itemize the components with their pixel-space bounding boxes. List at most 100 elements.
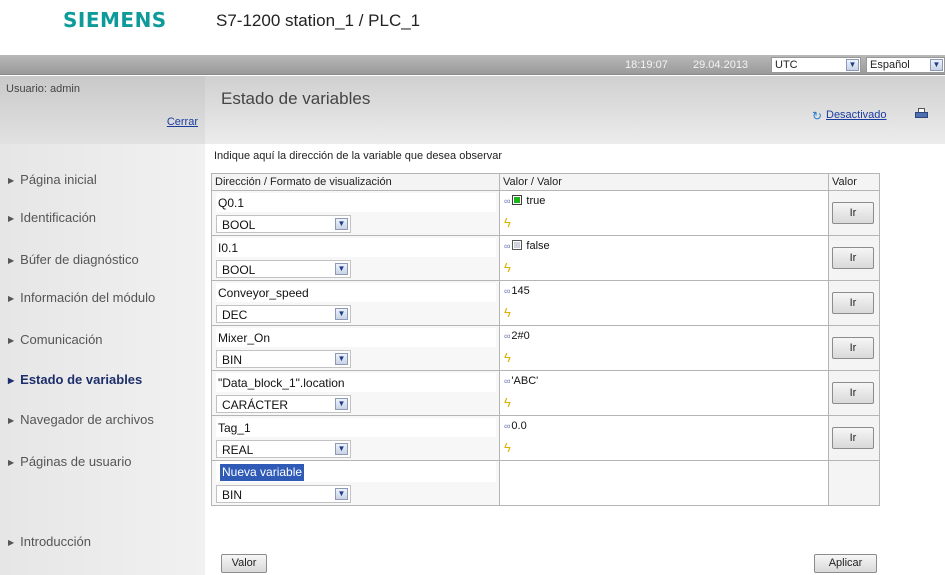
chevron-down-icon: ▼ [930, 59, 943, 71]
monitor-value: ∞ 0.0 [504, 420, 527, 432]
format-value: BIN [222, 488, 243, 502]
clock-time: 18:19:07 [625, 59, 668, 71]
chevron-down-icon: ▼ [846, 59, 859, 71]
user-label: Usuario: admin [6, 83, 80, 95]
address-input[interactable]: I0.1 [216, 238, 496, 257]
clock-date: 29.04.2013 [693, 59, 749, 71]
nav-item-introduccion[interactable]: ▶ Introducción [8, 534, 91, 549]
column-header-value: Valor / Valor [499, 173, 829, 191]
format-value: BOOL [222, 263, 256, 277]
table-row: Conveyor_speed DEC ▼ ∞ 145 ϟ Ir [211, 280, 880, 326]
go-button[interactable]: Ir [832, 292, 874, 314]
go-button[interactable]: Ir [832, 382, 874, 404]
link-icon: ∞ [504, 286, 511, 296]
current-value: 0.0 [511, 420, 527, 432]
table-header: Dirección / Formato de visualización Val… [211, 173, 880, 191]
chevron-down-icon: ▼ [335, 308, 348, 320]
nav-item-informacion-modulo[interactable]: ▶ Información del módulo [8, 290, 155, 305]
go-button[interactable]: Ir [832, 202, 874, 224]
current-value: 145 [511, 285, 530, 297]
watch-table: Dirección / Formato de visualización Val… [211, 173, 880, 506]
modify-value-input[interactable]: ϟ [504, 395, 825, 413]
nav-item-paginas-usuario[interactable]: ▶ Páginas de usuario [8, 454, 131, 469]
lightning-icon: ϟ [504, 350, 511, 365]
format-select[interactable]: REAL ▼ [216, 440, 351, 458]
modify-value-input[interactable]: ϟ [504, 350, 825, 368]
language-select[interactable]: Español ▼ [866, 57, 945, 73]
lightning-icon: ϟ [504, 260, 511, 275]
monitor-value: ∞ 'ABC' [504, 375, 538, 387]
page-title: Estado de variables [221, 89, 371, 108]
apply-button[interactable]: Aplicar [814, 554, 877, 573]
link-icon: ∞ [504, 376, 511, 386]
instruction-text: Indique aquí la dirección de la variable… [214, 150, 503, 162]
station-title: S7-1200 station_1 / PLC_1 [216, 11, 421, 30]
nav-item-estado-variables[interactable]: ▶ Estado de variables [8, 372, 142, 387]
format-value: CARÁCTER [222, 398, 289, 412]
format-select[interactable]: BIN ▼ [216, 350, 351, 368]
format-value: BIN [222, 353, 243, 367]
sidebar-nav: ▶ Página inicial ▶ Identificación ▶ Búfer d… [0, 144, 205, 575]
format-select[interactable]: BIN ▼ [216, 485, 351, 503]
lightning-icon: ϟ [504, 305, 511, 320]
chevron-down-icon: ▼ [335, 218, 348, 230]
monitor-value: ∞ false [504, 240, 550, 252]
nav-item-comunicacion[interactable]: ▶ Comunicación [8, 332, 103, 347]
timezone-select[interactable]: UTC ▼ [771, 57, 861, 73]
address-input-value: Nueva variable [220, 464, 305, 481]
format-value: REAL [222, 443, 254, 457]
format-select[interactable]: BOOL ▼ [216, 260, 351, 278]
nav-item-pagina-inicial[interactable]: ▶ Página inicial [8, 172, 97, 187]
go-button[interactable]: Ir [832, 337, 874, 359]
link-icon: ∞ [504, 241, 511, 251]
monitor-value: ∞ 2#0 [504, 330, 530, 342]
lightning-icon: ϟ [504, 440, 511, 455]
modify-value-input[interactable]: ϟ [504, 215, 825, 233]
timezone-value: UTC [775, 59, 798, 71]
current-value: 'ABC' [511, 375, 539, 387]
address-input[interactable]: Mixer_On [216, 328, 496, 347]
address-input[interactable]: Conveyor_speed [216, 283, 496, 302]
current-value: false [526, 240, 550, 252]
chevron-down-icon: ▼ [335, 398, 348, 410]
address-input[interactable]: Tag_1 [216, 418, 496, 437]
address-input[interactable]: Q0.1 [216, 193, 496, 212]
link-icon: ∞ [504, 421, 511, 431]
column-header-modify: Valor [828, 173, 880, 191]
led-off-icon [512, 240, 523, 250]
modify-value-input[interactable]: ϟ [504, 305, 825, 323]
table-row: I0.1 BOOL ▼ ∞ false ϟ Ir [211, 235, 880, 281]
new-variable-row: Nueva variable BIN ▼ [211, 460, 880, 506]
modify-value-input[interactable]: ϟ [504, 440, 825, 458]
link-icon: ∞ [504, 196, 511, 206]
current-value: true [526, 195, 546, 207]
link-icon: ∞ [504, 331, 511, 341]
go-button[interactable]: Ir [832, 427, 874, 449]
monitor-value-button[interactable]: Valor [221, 554, 267, 573]
siemens-logo: SIEMENS [63, 8, 167, 32]
logout-link[interactable]: Cerrar [167, 116, 198, 128]
nav-item-identificacion[interactable]: ▶ Identificación [8, 210, 96, 225]
format-select[interactable]: DEC ▼ [216, 305, 351, 323]
address-input[interactable]: Nueva variable [216, 461, 496, 482]
lightning-icon: ϟ [504, 395, 511, 410]
format-select[interactable]: CARÁCTER ▼ [216, 395, 351, 413]
refresh-status-link[interactable]: Desactivado [826, 109, 887, 121]
monitor-value: ∞ 145 [504, 285, 530, 297]
format-value: DEC [222, 308, 248, 322]
nav-item-bufer-diagnostico[interactable]: ▶ Búfer de diagnóstico [8, 252, 139, 267]
column-header-address: Dirección / Formato de visualización [211, 173, 500, 191]
table-row: "Data_block_1".location CARÁCTER ▼ ∞ 'ABC' ϟ I… [211, 370, 880, 416]
led-on-icon [512, 195, 523, 205]
modify-value-input[interactable]: ϟ [504, 260, 825, 278]
language-value: Español [870, 59, 910, 71]
go-button[interactable]: Ir [832, 247, 874, 269]
monitor-value: ∞ true [504, 195, 545, 207]
top-bar: 18:19:07 29.04.2013 UTC ▼ Español ▼ [0, 55, 945, 75]
refresh-icon[interactable]: ↻ [812, 109, 822, 123]
lightning-icon: ϟ [504, 215, 511, 230]
nav-item-navegador-archivos[interactable]: ▶ Navegador de archivos [8, 412, 154, 427]
format-select[interactable]: BOOL ▼ [216, 215, 351, 233]
address-input[interactable]: "Data_block_1".location [216, 373, 496, 392]
print-icon[interactable] [915, 108, 928, 120]
